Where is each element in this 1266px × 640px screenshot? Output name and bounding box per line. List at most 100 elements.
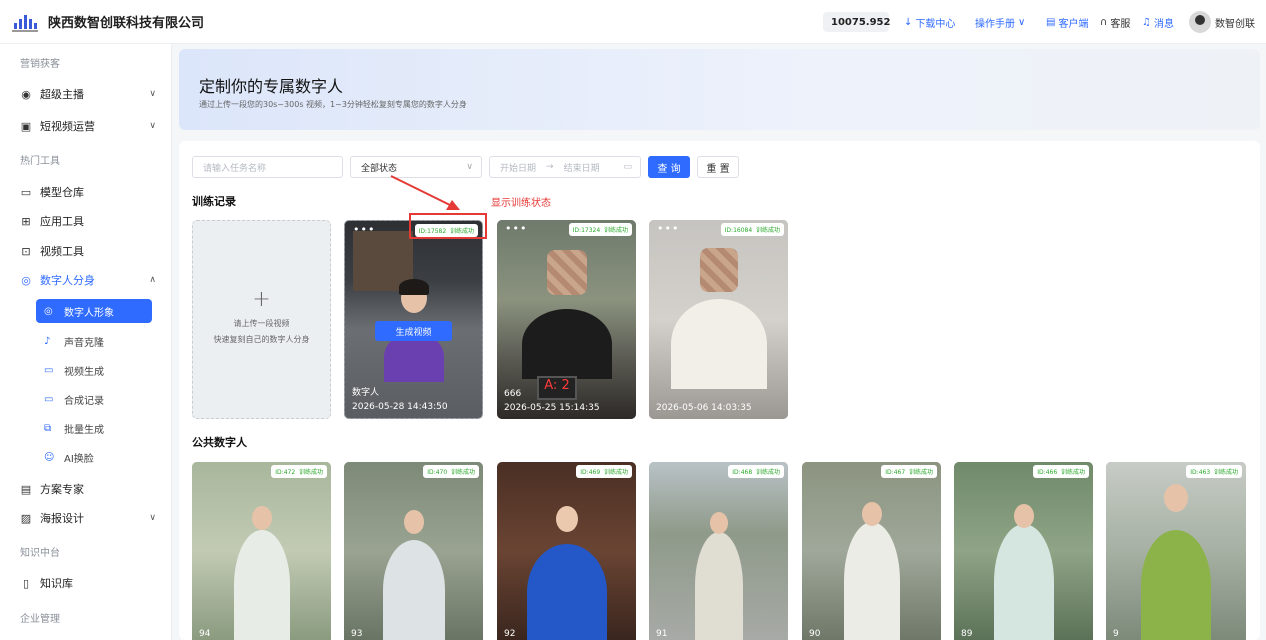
public-digital-human-title: 公共数字人 [192, 436, 247, 449]
generate-video-button[interactable]: 生成视频 [375, 321, 452, 341]
training-records-title: 训练记录 [192, 195, 236, 208]
chevron-down-icon: ∨ [149, 121, 156, 131]
sidebar-item-digital-human[interactable]: ◎ 数字人分身 ∧ [20, 269, 160, 291]
sidebar-sub-video-gen[interactable]: ▭ 视频生成 [36, 358, 152, 382]
username[interactable]: 数智创联 [1215, 15, 1255, 30]
video-icon: ⊡ [21, 244, 31, 258]
public-card[interactable]: ID:468 训练成功 91 [649, 462, 788, 640]
plus-icon: + [252, 287, 271, 312]
presenter-head [555, 506, 578, 532]
mic-icon: ♪ [44, 335, 51, 347]
credit-balance[interactable]: 10075.952 [823, 12, 890, 32]
section-tools: 热门工具 [20, 156, 60, 167]
sidebar-item-anchor[interactable]: ◉ 超级主播 ∨ [20, 83, 160, 105]
card-name: 89 [961, 629, 973, 639]
date-range-picker[interactable]: 开始日期 → 结束日期 ▭ [489, 156, 641, 178]
public-card[interactable]: ID:466 训练成功 89 [954, 462, 1093, 640]
training-card[interactable]: ••• ID:16084 训练成功 2026-05-06 14:03:35 [649, 220, 788, 419]
presenter-hair [398, 279, 429, 295]
public-card[interactable]: ID:469 训练成功 92 [497, 462, 636, 640]
calendar-icon: ▭ [623, 162, 632, 172]
top-bar: 陕西数智创联科技有限公司 10075.952 ↓ 下载中心 操作手册 ∨ ▤ 客户端 … [0, 0, 1266, 44]
chevron-down-icon: ∨ [149, 89, 156, 99]
presenter [233, 530, 290, 640]
public-card[interactable]: ID:470 训练成功 93 [344, 462, 483, 640]
messages-link[interactable]: ♫ 消息 [1142, 15, 1174, 30]
client-link[interactable]: ▤ 客户端 [1046, 15, 1088, 30]
more-options-icon[interactable]: ••• [657, 222, 679, 235]
blurred-face [546, 250, 587, 295]
task-name-input[interactable]: 请输入任务名称 [192, 156, 343, 178]
grid-icon: ⊞ [21, 214, 31, 228]
camera-icon: ▭ [44, 364, 54, 376]
training-card[interactable]: A: 2 ••• ID:17324 训练成功 666 2026-05-25 15… [497, 220, 636, 419]
sidebar-item-knowledge-base[interactable]: ▯ 知识库 [20, 572, 160, 594]
status-badge: ID:470 训练成功 [423, 465, 479, 478]
sidebar-sub-face-swap[interactable]: ☺ AI换脸 [36, 445, 152, 469]
card-name: 93 [351, 629, 363, 639]
sidebar-item-poster[interactable]: ▨ 海报设计 ∨ [20, 507, 160, 529]
sidebar-sub-records[interactable]: ▭ 合成记录 [36, 387, 152, 411]
sidebar-sub-batch[interactable]: ⧉ 批量生成 [36, 416, 152, 440]
sidebar-item-apps[interactable]: ⊞ 应用工具 [20, 210, 160, 232]
status-badge: ID:466 训练成功 [1033, 465, 1089, 478]
digital-human-icon: ◎ [21, 273, 31, 287]
batch-icon: ⧉ [44, 422, 52, 434]
public-card[interactable]: ID:463 训练成功 9 [1106, 462, 1246, 640]
logo-icon [12, 15, 38, 32]
public-card[interactable]: ID:467 训练成功 90 [802, 462, 941, 640]
upload-line-1: 请上传一段视频 [233, 319, 290, 328]
presenter [843, 522, 900, 640]
status-badge: ID:17324 训练成功 [568, 223, 632, 236]
banner: 定制你的专属数字人 通过上传一段您的30s~300s 视频，1~3分钟轻松复刻专… [179, 49, 1260, 130]
status-badge: ID:469 训练成功 [576, 465, 632, 478]
record-icon: ▭ [44, 393, 54, 405]
query-button[interactable]: 查 询 [648, 156, 690, 178]
sidebar-sub-voice[interactable]: ♪ 声音克隆 [36, 329, 152, 353]
service-link[interactable]: ∩ 客服 [1100, 15, 1130, 30]
more-options-icon[interactable]: ••• [353, 223, 375, 236]
annotation-arrow-icon [390, 175, 460, 210]
blurred-face [699, 248, 738, 292]
status-badge: ID:468 训练成功 [728, 465, 784, 478]
card-date: 2026-05-06 14:03:35 [656, 403, 752, 413]
sidebar-item-model[interactable]: ▭ 模型仓库 [20, 181, 160, 203]
chevron-up-icon: ∧ [149, 275, 156, 285]
score-display: A: 2 [537, 376, 577, 400]
presenter-head [1013, 504, 1034, 528]
download-center-link[interactable]: ↓ 下载中心 [904, 15, 955, 30]
training-card[interactable]: 生成视频 ••• ID:17582 训练成功 数字人 2026-05-28 14… [344, 220, 483, 419]
sidebar-sub-image[interactable]: ◎ 数字人形象 [36, 299, 152, 323]
more-options-icon[interactable]: ••• [505, 222, 527, 235]
bell-icon: ♫ [1142, 17, 1151, 28]
card-name: 91 [656, 629, 668, 639]
section-knowledge: 知识中台 [20, 548, 60, 559]
sidebar-item-video[interactable]: ⊡ 视频工具 [20, 240, 160, 262]
presenter-head [403, 510, 424, 534]
poster-icon: ▨ [20, 511, 32, 525]
digital-human-icon: ◎ [44, 305, 53, 317]
sidebar-item-shortvideo[interactable]: ▣ 短视频运营 ∨ [20, 115, 160, 137]
card-name: 94 [199, 629, 211, 639]
client-icon: ▤ [1046, 17, 1056, 28]
public-card[interactable]: ID:472 训练成功 94 [192, 462, 331, 640]
presenter [1141, 530, 1211, 640]
section-enterprise: 企业管理 [20, 614, 60, 625]
face-icon: ☺ [44, 451, 55, 463]
presenter-head [1164, 484, 1188, 512]
person [670, 299, 767, 389]
avatar[interactable] [1189, 11, 1211, 33]
sidebar-item-plan[interactable]: ▤ 方案专家 [20, 478, 160, 500]
document-icon: ▤ [20, 482, 32, 496]
upload-video-card[interactable]: + 请上传一段视频 快速复刻自己的数字人分身 [192, 220, 331, 419]
card-name: 666 [504, 389, 522, 399]
sidebar: 营销获客 ◉ 超级主播 ∨ ▣ 短视频运营 ∨ 热门工具 ▭ 模型仓库 ⊞ 应用工具 ⊡ 视频… [0, 44, 172, 640]
card-name: 数字人 [352, 388, 380, 398]
company-name: 陕西数智创联科技有限公司 [48, 16, 205, 31]
status-badge: ID:472 训练成功 [271, 465, 327, 478]
robot-icon: ◉ [21, 87, 31, 101]
manual-menu[interactable]: 操作手册 ∨ [975, 15, 1025, 30]
presenter [526, 544, 607, 640]
presenter-head [861, 502, 882, 526]
reset-button[interactable]: 重 置 [697, 156, 739, 178]
